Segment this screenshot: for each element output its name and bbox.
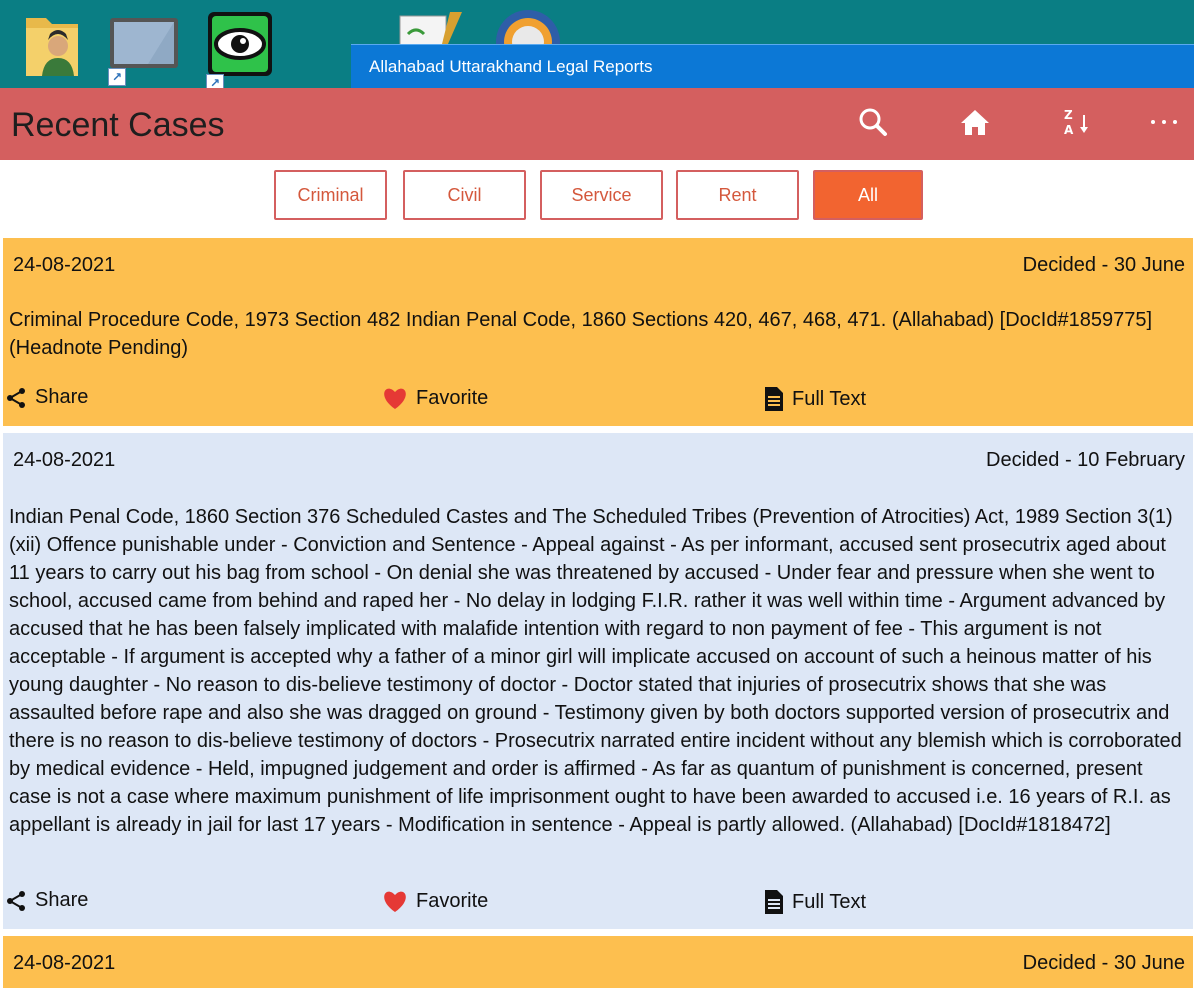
share-icon [7,890,25,911]
case-date: 24-08-2021 [13,952,116,974]
share-button[interactable]: Share [5,386,88,409]
full-text-button[interactable]: Full Text [764,386,866,412]
case-card[interactable]: 24-08-2021 Decided - 10 February Indian … [3,433,1193,929]
filter-rent-button[interactable]: Rent [676,170,799,220]
filter-service-button[interactable]: Service [540,170,663,220]
share-label: Share [35,889,89,911]
user-folder-icon[interactable] [22,10,82,84]
desktop-background: ↗ ↗ Allahabad Uttarakhand Legal Reports [0,0,1194,88]
window-title: Allahabad Uttarakhand Legal Reports [369,57,653,76]
case-decided: Decided - 30 June [1022,254,1185,276]
page-title: Recent Cases [11,106,225,144]
case-headnote: Indian Penal Code, 1860 Section 376 Sche… [9,506,1182,836]
heart-icon [384,891,406,912]
svg-text:Z: Z [1064,108,1073,122]
document-icon [765,387,783,411]
document-icon [765,890,783,914]
svg-text:A: A [1064,123,1074,137]
full-text-label: Full Text [792,387,867,410]
home-icon [961,110,989,135]
favorite-button[interactable]: Favorite [382,889,488,913]
sort-button[interactable]: Z A [1055,102,1099,142]
eye-app-shortcut-icon[interactable]: ↗ [206,10,274,88]
more-button[interactable] [1142,102,1186,142]
filter-criminal-button[interactable]: Criminal [274,170,387,220]
sort-az-icon: Z A [1064,108,1088,137]
search-button[interactable] [851,102,895,142]
favorite-button[interactable]: Favorite [382,386,488,410]
case-decided: Decided - 10 February [986,449,1185,471]
case-headnote: Criminal Procedure Code, 1973 Section 48… [9,309,1153,359]
share-icon [7,387,25,408]
full-text-label: Full Text [792,890,867,913]
case-decided: Decided - 30 June [1022,952,1185,974]
favorite-label: Favorite [416,889,489,912]
share-button[interactable]: Share [5,889,88,912]
share-label: Share [35,386,89,408]
monitor-shortcut-icon[interactable]: ↗ [108,16,180,86]
filter-all-button[interactable]: All [813,170,923,220]
app-header: Recent Cases Z A [0,88,1194,160]
window-titlebar[interactable]: Allahabad Uttarakhand Legal Reports [351,44,1194,88]
shortcut-arrow-icon: ↗ [206,74,224,88]
heart-icon [384,388,406,409]
search-icon [859,108,887,136]
shortcut-arrow-icon: ↗ [108,68,126,86]
case-card[interactable]: 24-08-2021 Decided - 30 June Criminal Pr… [3,238,1193,426]
case-card[interactable]: 24-08-2021 Decided - 30 June [3,936,1193,988]
case-date: 24-08-2021 [13,254,116,276]
more-icon [1151,120,1177,124]
case-date: 24-08-2021 [13,449,116,471]
filter-civil-button[interactable]: Civil [403,170,526,220]
full-text-button[interactable]: Full Text [764,889,866,915]
filter-bar: Criminal Civil Service Rent All [0,160,1194,236]
home-button[interactable] [953,102,997,142]
favorite-label: Favorite [416,386,489,409]
